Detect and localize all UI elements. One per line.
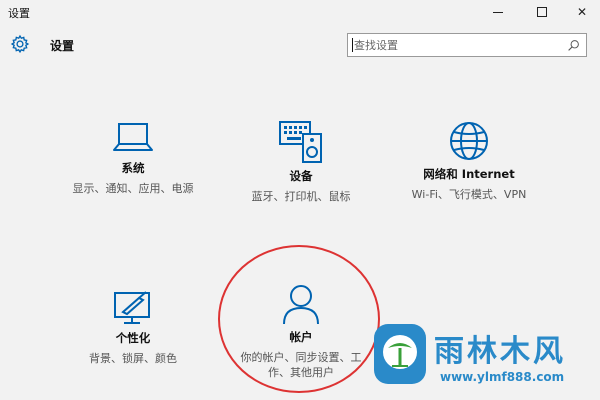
tile-title: 系统 [121,161,145,175]
globe-icon [450,122,488,160]
tile-description: 你的帐户、同步设置、工作、其他用户 [240,351,362,379]
tile-title: 帐户 [289,330,313,344]
close-icon: ✕ [576,5,588,19]
tile-title: 设备 [289,169,313,183]
minimize-button[interactable] [480,0,516,24]
tile-description: 蓝牙、打印机、鼠标 [251,190,351,203]
search-box[interactable] [347,33,587,57]
tile-description: Wi-Fi、飞行模式、VPN [411,188,527,201]
watermark-url: www.ylmf888.com [440,370,565,384]
minimize-icon [493,11,503,13]
tile-accounts[interactable]: 帐户 你的帐户、同步设置、工作、其他用户 [226,283,376,380]
tile-description: 显示、通知、应用、电源 [72,182,194,195]
gear-icon [10,34,30,54]
watermark-brand: 雨林木风 [434,334,566,369]
tile-network[interactable]: 网络和 Internet Wi-Fi、飞行模式、VPN [394,120,544,202]
text-caret [352,38,353,52]
laptop-icon [113,123,153,151]
maximize-button[interactable] [524,0,560,24]
paint-monitor-icon [114,291,150,324]
tile-title: 个性化 [115,331,151,345]
tile-personalization[interactable]: 个性化 背景、锁屏、颜色 [58,290,208,366]
tile-devices[interactable]: 设备 蓝牙、打印机、鼠标 [226,120,376,204]
title-bar: 设置 ✕ [0,0,600,24]
person-icon [283,285,319,325]
search-input[interactable] [348,34,564,56]
tile-system[interactable]: 系统 显示、通知、应用、电源 [58,120,208,196]
watermark-logo-icon [374,324,426,384]
page-title: 设置 [50,39,75,53]
maximize-icon [537,7,547,17]
keyboard-speaker-icon [279,121,322,163]
window-title: 设置 [8,7,30,20]
tile-title: 网络和 Internet [423,167,515,181]
tile-description: 背景、锁屏、颜色 [89,352,177,365]
search-icon[interactable] [567,39,580,52]
close-button[interactable]: ✕ [564,0,600,24]
